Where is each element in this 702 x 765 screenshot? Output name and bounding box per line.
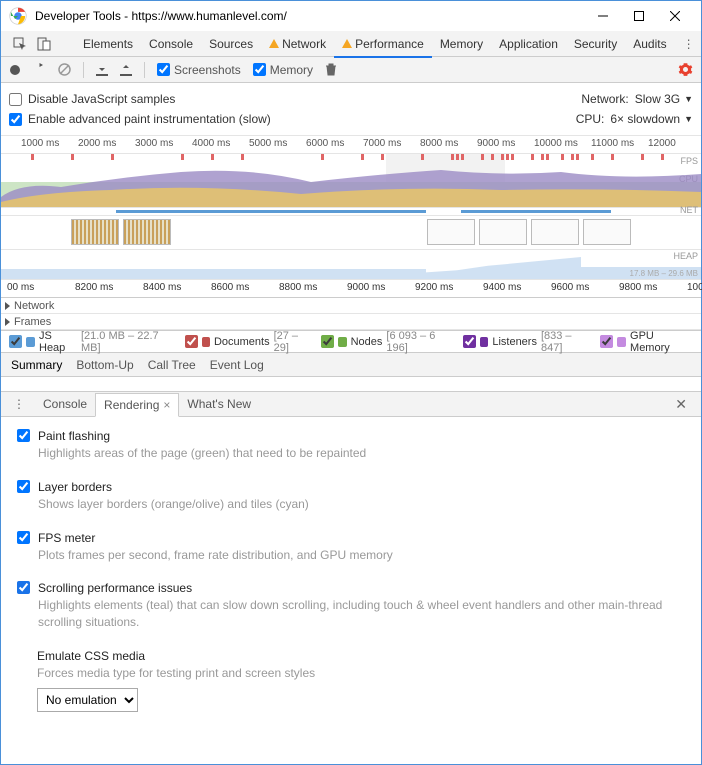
summary-tab[interactable]: Bottom-Up	[76, 358, 133, 372]
screenshot-thumb	[583, 219, 631, 245]
close-button[interactable]	[657, 2, 693, 30]
network-throttle-label: Network:	[581, 92, 628, 106]
window-title: Developer Tools - https://www.humanlevel…	[35, 9, 585, 23]
rendering-title: Paint flashing	[38, 429, 685, 443]
tab-security[interactable]: Security	[566, 31, 625, 57]
screenshot-filmstrip	[1, 216, 701, 250]
rendering-checkbox[interactable]	[17, 531, 30, 544]
emulate-css-select[interactable]: No emulation	[37, 688, 138, 712]
cpu-throttle-select[interactable]: 6× slowdown ▼	[610, 112, 693, 126]
load-profile-icon[interactable]	[96, 64, 108, 76]
performance-toolbar: Screenshots Memory	[1, 57, 701, 83]
summary-tab[interactable]: Summary	[11, 358, 62, 372]
rendering-option: Paint flashing Highlights areas of the pa…	[17, 429, 685, 462]
timeline-cpu-chart: FPS CPU	[1, 154, 701, 208]
network-throttle-select[interactable]: Slow 3G ▼	[635, 92, 693, 106]
rendering-option: Layer borders Shows layer borders (orange…	[17, 480, 685, 513]
memory-toggle[interactable]: Memory	[253, 63, 313, 77]
device-toolbar-icon[interactable]	[37, 37, 51, 51]
rendering-option: Scrolling performance issues Highlights e…	[17, 581, 685, 631]
screenshot-thumb	[479, 219, 527, 245]
garbage-collect-icon[interactable]	[325, 63, 337, 76]
record-button[interactable]	[9, 64, 21, 76]
rendering-option: FPS meter Plots frames per second, frame …	[17, 531, 685, 564]
tab-memory[interactable]: Memory	[432, 31, 491, 57]
net-label: NET	[680, 205, 698, 215]
tab-network[interactable]: Network	[261, 31, 334, 57]
save-profile-icon[interactable]	[120, 64, 132, 76]
minimize-button[interactable]	[585, 2, 621, 30]
memory-legend: JS Heap[21.0 MB – 22.7 MB] Documents[27 …	[1, 331, 701, 353]
drawer-tabs: ⋮ ConsoleRendering ×What's New ✕	[1, 391, 701, 417]
timeline-overview[interactable]: 1000 ms2000 ms3000 ms4000 ms5000 ms6000 …	[1, 136, 701, 331]
clear-button[interactable]	[58, 63, 71, 76]
tab-console[interactable]: Console	[141, 31, 201, 57]
rendering-desc: Plots frames per second, frame rate dist…	[38, 547, 685, 564]
timeline-ruler-detail: 00 ms8200 ms8400 ms8600 ms8800 ms9000 ms…	[1, 280, 701, 298]
screenshot-thumb	[123, 219, 171, 245]
drawer-tab-rendering[interactable]: Rendering ×	[95, 393, 179, 417]
chrome-icon	[9, 7, 27, 25]
rendering-title: Scrolling performance issues	[38, 581, 685, 595]
close-tab-icon[interactable]: ×	[163, 398, 170, 412]
heap-label: HEAP	[673, 251, 698, 261]
enable-paint-instrumentation-toggle[interactable]: Enable advanced paint instrumentation (s…	[9, 112, 271, 126]
tab-performance[interactable]: Performance	[334, 31, 432, 57]
emulate-css-desc: Forces media type for testing print and …	[37, 665, 685, 682]
heap-chart: HEAP 17.8 MB – 29.6 MB	[1, 250, 701, 280]
legend-item[interactable]: Listeners[833 – 847]	[463, 330, 586, 354]
warning-icon	[269, 39, 279, 48]
tab-audits[interactable]: Audits	[625, 31, 674, 57]
legend-item[interactable]: GPU Memory	[600, 330, 693, 354]
drawer-tab-whatsnew[interactable]: What's New	[179, 392, 259, 416]
maximize-button[interactable]	[621, 2, 657, 30]
rendering-desc: Highlights areas of the page (green) tha…	[38, 445, 685, 462]
rendering-desc: Shows layer borders (orange/olive) and t…	[38, 496, 685, 513]
summary-tab[interactable]: Call Tree	[148, 358, 196, 372]
drawer-tab-console[interactable]: Console	[35, 392, 95, 416]
screenshot-thumb	[71, 219, 119, 245]
settings-gear-icon[interactable]	[678, 62, 693, 77]
rendering-checkbox[interactable]	[17, 429, 30, 442]
cpu-throttle-label: CPU:	[576, 112, 605, 126]
screenshot-thumb	[531, 219, 579, 245]
rendering-checkbox[interactable]	[17, 480, 30, 493]
legend-item[interactable]: Nodes[6 093 – 6 196]	[321, 330, 449, 354]
drawer-menu-icon[interactable]: ⋮	[7, 397, 31, 411]
tab-application[interactable]: Application	[491, 31, 566, 57]
window-titlebar: Developer Tools - https://www.humanlevel…	[1, 1, 701, 31]
timeline-row[interactable]: Network	[1, 298, 701, 314]
screenshots-toggle[interactable]: Screenshots	[157, 63, 241, 77]
warning-icon	[342, 39, 352, 48]
inspect-element-icon[interactable]	[13, 37, 27, 51]
main-tabs: ElementsConsoleSourcesNetworkPerformance…	[1, 31, 701, 57]
legend-item[interactable]: JS Heap[21.0 MB – 22.7 MB]	[9, 330, 171, 354]
more-menu-icon[interactable]: ⋮	[675, 37, 702, 51]
rendering-title: FPS meter	[38, 531, 685, 545]
legend-item[interactable]: Documents[27 – 29]	[185, 330, 307, 354]
rendering-panel: Paint flashing Highlights areas of the pa…	[1, 417, 701, 742]
summary-tab[interactable]: Event Log	[210, 358, 264, 372]
rendering-desc: Highlights elements (teal) that can slow…	[38, 597, 685, 631]
rendering-title: Layer borders	[38, 480, 685, 494]
heap-range: 17.8 MB – 29.6 MB	[630, 269, 698, 278]
emulate-css-title: Emulate CSS media	[37, 649, 685, 663]
rendering-checkbox[interactable]	[17, 581, 30, 594]
details-tabs: Summary Bottom-Up Call Tree Event Log	[1, 353, 701, 377]
screenshot-thumb	[427, 219, 475, 245]
tab-elements[interactable]: Elements	[75, 31, 141, 57]
timeline-ruler-overview: 1000 ms2000 ms3000 ms4000 ms5000 ms6000 …	[1, 136, 701, 154]
reload-button[interactable]	[33, 63, 46, 76]
timeline-row[interactable]: Frames	[1, 314, 701, 330]
disable-js-samples-toggle[interactable]: Disable JavaScript samples	[9, 92, 175, 106]
capture-options: Disable JavaScript samples Network: Slow…	[1, 83, 701, 136]
tab-sources[interactable]: Sources	[201, 31, 261, 57]
drawer-close-button[interactable]: ✕	[667, 396, 695, 413]
